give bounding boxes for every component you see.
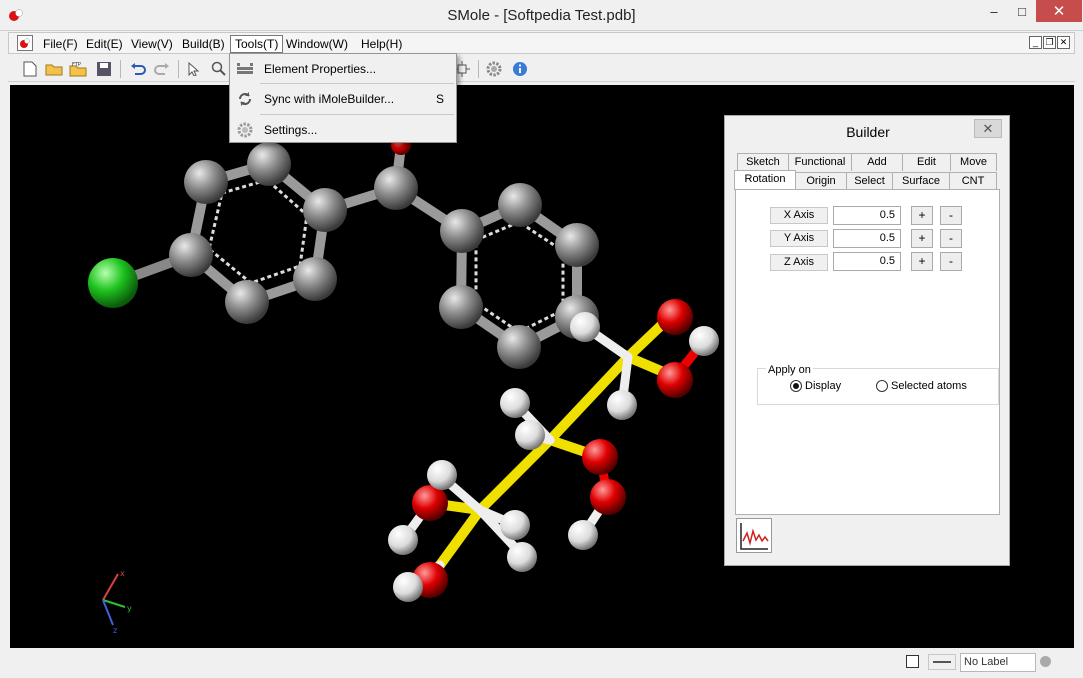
z-axis-minus-button[interactable]: -	[940, 252, 962, 271]
menu-build[interactable]: Build(B)	[178, 35, 229, 53]
menu-window[interactable]: Window(W)	[282, 35, 352, 53]
radio-display-label: Display	[805, 380, 842, 392]
z-axis-value-input[interactable]: 0.5	[833, 252, 901, 271]
apply-on-title: Apply on	[766, 364, 813, 376]
apply-on-group: Apply on Display Selected atoms	[757, 364, 999, 405]
menu-item-sync-imolebuilder[interactable]: Sync with iMoleBuilder... S	[232, 86, 454, 112]
menu-file[interactable]: File(F)	[39, 35, 82, 53]
x-axis-label: X Axis	[770, 207, 828, 224]
tab-edit[interactable]: Edit	[902, 153, 951, 171]
tab-rotation[interactable]: Rotation	[734, 170, 796, 190]
label-selector[interactable]: No Label	[960, 653, 1036, 672]
builder-panel: Builder ✕ Sketch Functional Add Edit Mov…	[724, 115, 1010, 566]
menu-item-shortcut: S	[435, 92, 444, 106]
y-axis-value-input[interactable]: 0.5	[833, 229, 901, 248]
svg-text:FTP: FTP	[72, 62, 81, 68]
tab-surface[interactable]: Surface	[892, 172, 950, 190]
tab-cnt[interactable]: CNT	[949, 172, 997, 190]
spectrum-icon	[740, 523, 769, 550]
minimize-button[interactable]: –	[980, 0, 1008, 22]
y-axis-label: Y Axis	[770, 230, 828, 247]
status-bar: No Label	[0, 650, 1083, 678]
tools-dropdown-menu: Element Properties... Sync with iMoleBui…	[229, 53, 457, 143]
open-folder-icon[interactable]	[44, 59, 64, 79]
sync-icon	[232, 91, 258, 107]
menu-item-element-properties[interactable]: Element Properties...	[232, 56, 454, 82]
rotation-tab-page: X Axis 0.5 + - Y Axis 0.5 + - Z Axis 0.5…	[735, 189, 1000, 515]
menu-item-settings[interactable]: Settings...	[232, 117, 454, 143]
window-title: SMole - [Softpedia Test.pdb]	[447, 7, 636, 24]
periodic-table-icon	[232, 63, 258, 75]
menu-separator	[260, 83, 454, 84]
radio-selected-atoms[interactable]: Selected atoms	[876, 380, 967, 392]
z-axis-label: Z Axis	[770, 254, 828, 271]
mdi-close-button[interactable]: ✕	[1057, 36, 1070, 49]
tab-functional[interactable]: Functional	[788, 153, 852, 171]
x-axis-minus-button[interactable]: -	[940, 206, 962, 225]
spectrum-chart-button[interactable]	[736, 518, 772, 553]
y-axis-minus-button[interactable]: -	[940, 229, 962, 248]
radio-circle-checked[interactable]	[790, 380, 802, 392]
zoom-icon[interactable]	[209, 59, 229, 79]
gear-icon	[232, 122, 258, 138]
menu-bar: File(F) Edit(E) View(V) Build(B) Tools(T…	[8, 32, 1075, 54]
status-checkbox[interactable]	[906, 655, 919, 668]
ftp-folder-icon[interactable]: FTP	[68, 59, 88, 79]
tab-add[interactable]: Add	[851, 153, 903, 171]
tab-sketch[interactable]: Sketch	[737, 153, 789, 171]
menu-separator	[260, 114, 454, 115]
menu-view[interactable]: View(V)	[127, 35, 177, 53]
close-button[interactable]: ✕	[1036, 0, 1082, 22]
save-icon[interactable]	[94, 59, 114, 79]
title-bar: SMole - [Softpedia Test.pdb] – □ ✕	[0, 0, 1083, 31]
undo-icon[interactable]	[128, 59, 148, 79]
menu-tools[interactable]: Tools(T)	[230, 35, 284, 53]
radio-circle[interactable]	[876, 380, 888, 392]
status-indicator-icon	[1040, 656, 1051, 667]
axis-x-label: x	[120, 569, 125, 578]
settings-gear-icon[interactable]	[484, 59, 504, 79]
menu-item-label: Element Properties...	[264, 62, 377, 76]
menu-item-label: Sync with iMoleBuilder...	[264, 92, 395, 106]
x-axis-value-input[interactable]: 0.5	[833, 206, 901, 225]
z-axis-plus-button[interactable]: +	[911, 252, 933, 271]
y-axis-plus-button[interactable]: +	[911, 229, 933, 248]
axis-z-label: z	[113, 626, 117, 635]
new-file-icon[interactable]	[20, 59, 40, 79]
axis-y-label: y	[127, 604, 132, 613]
redo-icon[interactable]	[152, 59, 172, 79]
menu-help[interactable]: Help(H)	[357, 35, 406, 53]
radio-display[interactable]: Display	[790, 380, 841, 392]
x-axis-plus-button[interactable]: +	[911, 206, 933, 225]
mdi-controls: _ ❐ ✕	[1029, 36, 1070, 49]
tab-move[interactable]: Move	[950, 153, 997, 171]
toolbar: FTP	[8, 56, 1075, 82]
builder-close-button[interactable]: ✕	[974, 119, 1002, 138]
line-style-icon[interactable]	[928, 654, 956, 670]
tab-select[interactable]: Select	[846, 172, 893, 190]
mdi-restore-button[interactable]: ❐	[1043, 36, 1056, 49]
toolbar-separator	[478, 60, 479, 78]
menu-edit[interactable]: Edit(E)	[82, 35, 127, 53]
tab-origin[interactable]: Origin	[795, 172, 847, 190]
toolbar-separator	[120, 60, 121, 78]
select-arrow-icon[interactable]	[184, 59, 204, 79]
builder-title: Builder	[846, 124, 890, 140]
toolbar-separator	[178, 60, 179, 78]
mdi-minimize-button[interactable]: _	[1029, 36, 1042, 49]
maximize-button[interactable]: □	[1008, 0, 1036, 22]
radio-selected-atoms-label: Selected atoms	[891, 380, 967, 392]
menu-item-label: Settings...	[264, 123, 318, 137]
document-icon[interactable]	[17, 35, 33, 51]
info-icon[interactable]	[510, 59, 530, 79]
axis-indicator	[102, 573, 126, 626]
